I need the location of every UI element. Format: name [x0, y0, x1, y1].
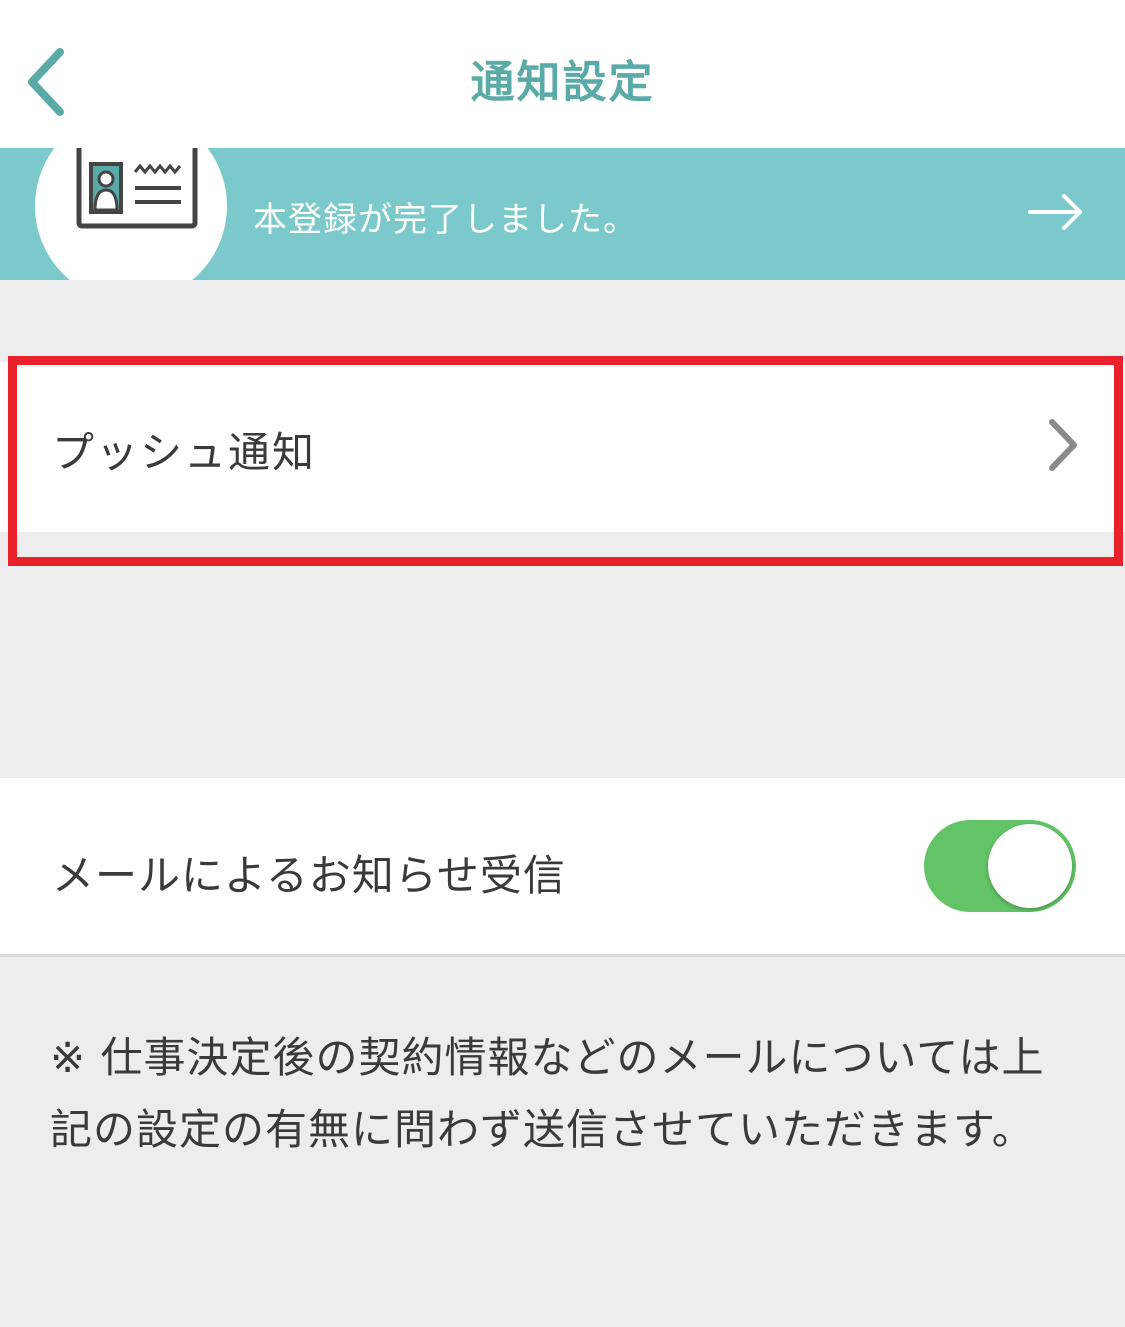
email-notification-label: メールによるお知らせ受信 — [52, 851, 566, 900]
banner-message: 本登録が完了しました。 — [253, 200, 638, 240]
push-notification-label: プッシュ通知 — [52, 428, 317, 477]
arrow-right-icon — [1028, 194, 1082, 230]
email-notification-toggle[interactable] — [924, 820, 1076, 912]
push-notification-row[interactable]: プッシュ通知 — [0, 362, 1125, 532]
header: 通知設定 — [0, 0, 1125, 148]
id-card-icon — [76, 148, 198, 229]
registration-complete-banner[interactable]: 本登録が完了しました。 — [0, 148, 1125, 280]
page-title: 通知設定 — [470, 57, 655, 108]
banner-icon-circle — [35, 148, 227, 280]
chevron-right-icon — [1049, 419, 1077, 471]
toggle-knob — [988, 824, 1072, 908]
email-note: ※ 仕事決定後の契約情報などのメールについては上記の設定の有無に問わず送信させて… — [50, 1033, 1045, 1154]
email-notification-row: メールによるお知らせ受信 — [0, 778, 1125, 957]
